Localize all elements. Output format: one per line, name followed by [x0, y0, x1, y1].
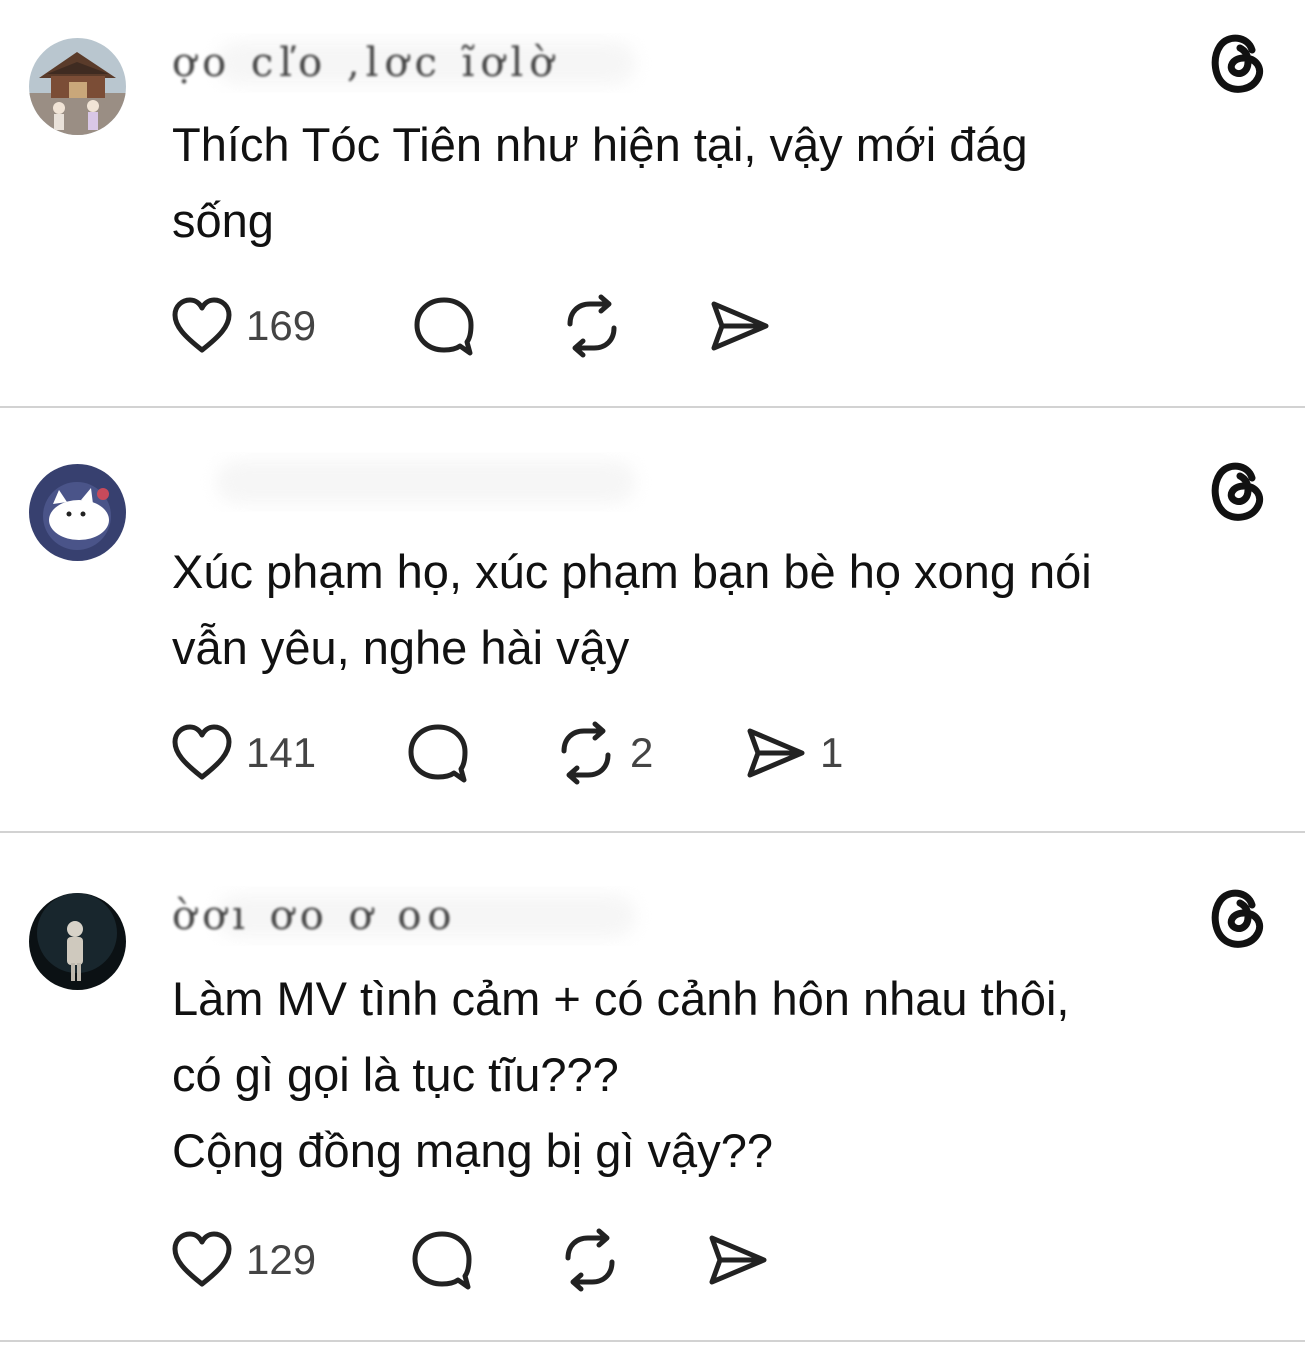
reply-button[interactable] — [412, 293, 488, 359]
threads-logo-icon[interactable] — [1206, 28, 1268, 94]
paper-plane-icon — [709, 1235, 767, 1285]
threads-logo-icon[interactable] — [1206, 456, 1268, 522]
share-count: 1 — [820, 729, 844, 776]
like-button[interactable]: 169 — [170, 293, 316, 359]
repost-count: 2 — [630, 729, 654, 776]
repost-button[interactable]: 2 — [554, 720, 653, 786]
post-divider — [0, 1340, 1305, 1342]
thread-post: ờơı ơo ơ oo Làm MV tình cảm + có cảnh hô… — [0, 833, 1305, 1341]
like-button[interactable]: 129 — [170, 1227, 316, 1293]
threads-logo-icon[interactable] — [1206, 883, 1268, 949]
post-text: Xúc phạm họ, xúc phạm bạn bè họ xong nói… — [172, 545, 1092, 674]
paper-plane-icon — [711, 301, 769, 351]
repost-arrows-icon — [561, 721, 611, 785]
heart-icon — [172, 297, 232, 353]
username-blur-mask — [216, 460, 636, 504]
reply-button[interactable] — [410, 1227, 486, 1293]
repost-arrows-icon — [565, 1228, 615, 1292]
username-text: ờơı ơo ơ oo — [172, 893, 458, 939]
paper-plane-icon — [747, 728, 805, 778]
heart-icon — [172, 1231, 232, 1287]
like-count: 169 — [246, 302, 317, 349]
post-text: Thích Tóc Tiên như hiện tại, vậy mới đág… — [172, 118, 1028, 247]
username[interactable] — [172, 452, 692, 512]
like-count: 129 — [246, 1236, 317, 1283]
username[interactable]: ờơı ơo ơ oo — [172, 886, 692, 946]
like-count: 141 — [246, 729, 317, 776]
like-button[interactable]: 141 — [170, 720, 316, 786]
post-text: Làm MV tình cảm + có cảnh hôn nhau thôi,… — [172, 972, 1070, 1177]
reply-button[interactable] — [406, 720, 482, 786]
share-button[interactable]: 1 — [744, 720, 843, 786]
avatar[interactable] — [29, 893, 126, 990]
share-button[interactable] — [708, 293, 784, 359]
username-text: ợo cľo ,lơc ĩơlờ — [172, 40, 560, 86]
speech-bubble-icon — [408, 724, 468, 783]
avatar[interactable] — [29, 38, 126, 135]
speech-bubble-icon — [414, 297, 474, 356]
heart-icon — [172, 724, 232, 780]
username[interactable]: ợo cľo ,lơc ĩơlờ — [172, 33, 692, 93]
repost-arrows-icon — [567, 294, 617, 358]
repost-button[interactable] — [560, 293, 636, 359]
repost-button[interactable] — [558, 1227, 634, 1293]
thread-post: ợo cľo ,lơc ĩơlờ Thích Tóc Tiên như hiện… — [0, 0, 1305, 407]
share-button[interactable] — [706, 1227, 782, 1293]
thread-post: Xúc phạm họ, xúc phạm bạn bè họ xong nói… — [0, 408, 1305, 832]
speech-bubble-icon — [412, 1231, 472, 1290]
avatar[interactable] — [29, 464, 126, 561]
